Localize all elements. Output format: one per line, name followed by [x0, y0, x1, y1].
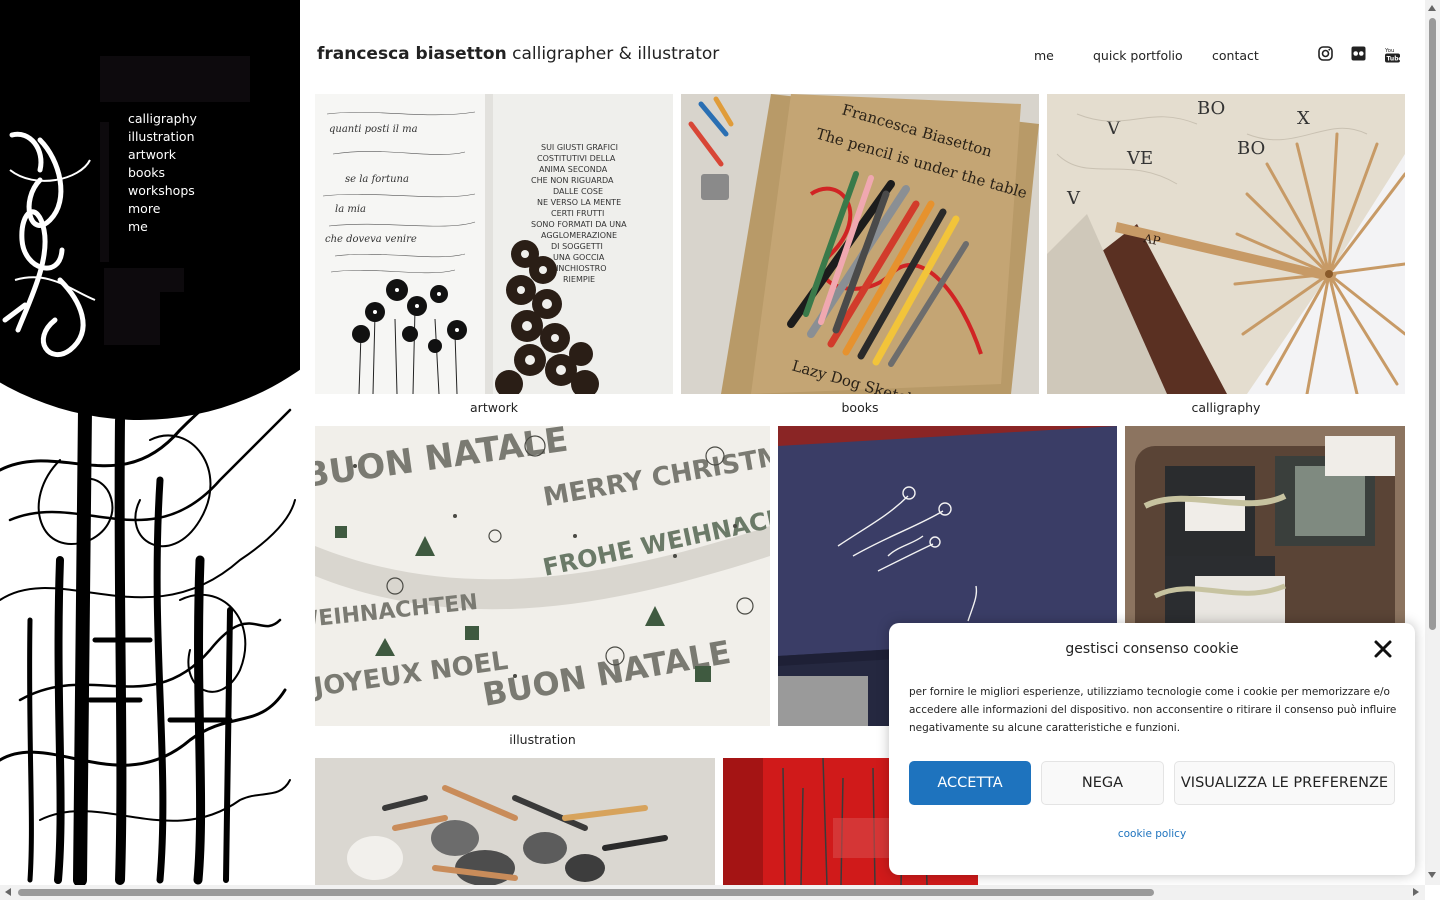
pencils-stones-image: [315, 758, 715, 885]
artwork-right-text-8: SONO FORMATI DA UNA: [531, 220, 627, 229]
tile-pencils-stones[interactable]: [315, 758, 715, 885]
cookie-dialog-message: per fornire le migliori esperienze, util…: [909, 686, 1397, 734]
artwork-right-text-2: COSTITUTIVI DELLA: [537, 154, 616, 163]
side-menu-item-calligraphy[interactable]: calligraphy: [128, 110, 197, 128]
youtube-icon[interactable]: You Tube: [1385, 46, 1400, 63]
site-name[interactable]: francesca biasetton: [317, 44, 507, 64]
accept-button[interactable]: ACCETTA: [909, 761, 1031, 805]
artwork-right-text-6: NE VERSO LA MENTE: [537, 198, 621, 207]
side-menu-item-workshops[interactable]: workshops: [128, 182, 197, 200]
vertical-scrollbar[interactable]: [1425, 0, 1440, 885]
artwork-left-text-2: se la fortuna: [345, 174, 409, 185]
artwork-right-text-9: AGGLOMERAZIONE: [541, 231, 617, 240]
nav-link-contact[interactable]: contact: [1212, 48, 1259, 63]
flickr-icon[interactable]: [1351, 46, 1366, 61]
artwork-left-text-3: la mia: [335, 204, 366, 215]
cookie-dialog-title: gestisci consenso cookie: [1065, 641, 1239, 657]
scroll-up-arrow-icon[interactable]: [1428, 5, 1436, 11]
nav-link-me[interactable]: me: [1034, 48, 1054, 63]
artwork-left-text-1: quanti posti il ma: [329, 124, 418, 135]
view-preferences-button[interactable]: VISUALIZZA LE PREFERENZE: [1174, 761, 1395, 805]
tile-caption-calligraphy[interactable]: calligraphy: [1047, 400, 1405, 415]
side-menu: calligraphy illustration artwork books w…: [128, 110, 197, 236]
svg-text:V: V: [1066, 188, 1081, 209]
svg-text:Tube: Tube: [1387, 56, 1401, 63]
tile-caption-books[interactable]: books: [681, 400, 1039, 415]
site-tagline: calligrapher & illustrator: [512, 44, 720, 64]
artwork-right-text-7: CERTI FRUTTI: [551, 209, 604, 218]
nav-link-quick-portfolio[interactable]: quick portfolio: [1093, 48, 1183, 63]
side-menu-item-artwork[interactable]: artwork: [128, 146, 197, 164]
svg-text:BO: BO: [1197, 98, 1225, 119]
tile-caption-artwork[interactable]: artwork: [315, 400, 673, 415]
scroll-right-arrow-icon[interactable]: [1413, 888, 1419, 896]
side-menu-item-me[interactable]: me: [128, 218, 197, 236]
artwork-left-text-4: che doveva venire: [325, 234, 417, 245]
books-image: Francesca Biasetton The pencil is under …: [681, 94, 1039, 394]
artwork-right-text-11: UNA GOCCIA: [553, 253, 605, 262]
artwork-image: quanti posti il ma se la fortuna la mia …: [315, 94, 673, 394]
svg-text:X: X: [1297, 108, 1310, 129]
cookie-consent-dialog: gestisci consenso cookie per fornire le …: [889, 623, 1415, 875]
cookie-policy-link[interactable]: cookie policy: [889, 828, 1415, 840]
horizontal-scroll-thumb[interactable]: [18, 889, 1154, 896]
svg-text:VE: VE: [1126, 148, 1153, 169]
side-menu-item-illustration[interactable]: illustration: [128, 128, 197, 146]
tile-illustration[interactable]: BUON NATALE MERRY CHRISTMAS FROHE WEIHNA…: [315, 426, 770, 726]
scroll-left-arrow-icon[interactable]: [5, 888, 11, 896]
svg-text:You: You: [1385, 48, 1394, 54]
tile-caption-illustration[interactable]: illustration: [315, 732, 770, 747]
artwork-right-text-5: DALLE COSE: [553, 187, 603, 196]
left-decorative-column: calligraphy illustration artwork books w…: [0, 0, 300, 885]
calligraphy-image: BO XVVEVBO AP: [1047, 94, 1405, 394]
artwork-right-text-10: DI SOGGETTI: [551, 242, 603, 251]
artwork-right-text-4: CHE NON RIGUARDA: [531, 176, 614, 185]
side-menu-item-more[interactable]: more: [128, 200, 197, 218]
artwork-right-text-1: SUI GIUSTI GRAFICI: [541, 143, 618, 152]
horizontal-scrollbar[interactable]: [0, 885, 1425, 900]
scroll-down-arrow-icon[interactable]: [1428, 872, 1436, 878]
side-menu-item-books[interactable]: books: [128, 164, 197, 182]
tile-books[interactable]: Francesca Biasetton The pencil is under …: [681, 94, 1039, 394]
site-title[interactable]: francesca biasetton calligrapher & illus…: [317, 44, 719, 64]
instagram-icon[interactable]: [1318, 46, 1333, 61]
artwork-right-text-13: RIEMPIE: [563, 275, 595, 284]
illustration-image: BUON NATALE MERRY CHRISTMAS FROHE WEIHNA…: [315, 426, 770, 726]
deny-button[interactable]: NEGA: [1041, 761, 1164, 805]
svg-text:BO: BO: [1237, 138, 1265, 159]
tile-artwork[interactable]: quanti posti il ma se la fortuna la mia …: [315, 94, 673, 394]
artwork-right-text-3: ANIMA SECONDA: [539, 165, 608, 174]
tile-calligraphy[interactable]: BO X V VE V BO AP: [1047, 94, 1405, 394]
vertical-scroll-thumb[interactable]: [1429, 18, 1436, 630]
close-icon[interactable]: [1373, 639, 1393, 659]
